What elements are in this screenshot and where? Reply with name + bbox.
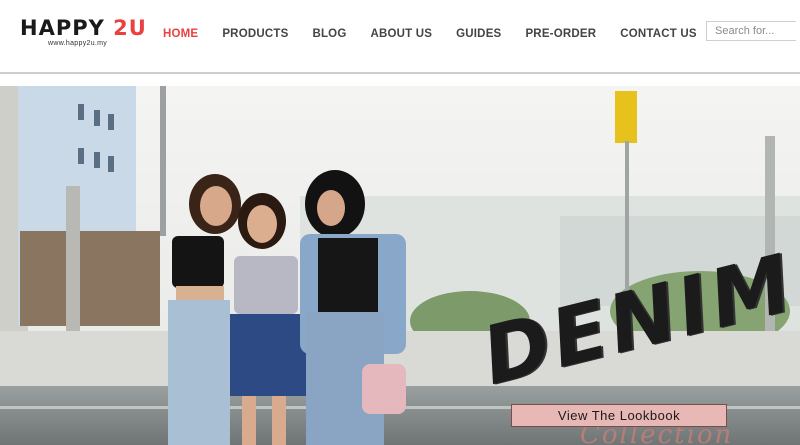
logo-tagline: www.happy2u.my	[48, 40, 108, 47]
nav-item-guides[interactable]: GUIDES	[456, 28, 501, 40]
main-nav: HOME PRODUCTS BLOG ABOUT US GUIDES PRE-O…	[163, 28, 721, 40]
nav-item-blog[interactable]: BLOG	[312, 28, 346, 40]
nav-item-contact-us[interactable]: CONTACT US	[620, 28, 697, 40]
hero-banner[interactable]: DENIM Collection	[0, 86, 800, 445]
nav-item-pre-order[interactable]: PRE-ORDER	[525, 28, 596, 40]
nav-item-products[interactable]: PRODUCTS	[222, 28, 288, 40]
search-input[interactable]	[706, 21, 796, 41]
view-lookbook-button[interactable]: View The Lookbook	[511, 404, 727, 427]
brand-logo[interactable]: HAPPY 2U www.happy2u.my	[20, 17, 147, 47]
site-header: HAPPY 2U www.happy2u.my HOME PRODUCTS BL…	[0, 0, 800, 74]
nav-item-about-us[interactable]: ABOUT US	[370, 28, 432, 40]
logo-prefix: HAPPY	[20, 16, 114, 40]
logo-accent: 2U	[113, 16, 147, 40]
nav-item-home[interactable]: HOME	[163, 28, 198, 40]
logo-text: HAPPY 2U	[20, 17, 147, 39]
